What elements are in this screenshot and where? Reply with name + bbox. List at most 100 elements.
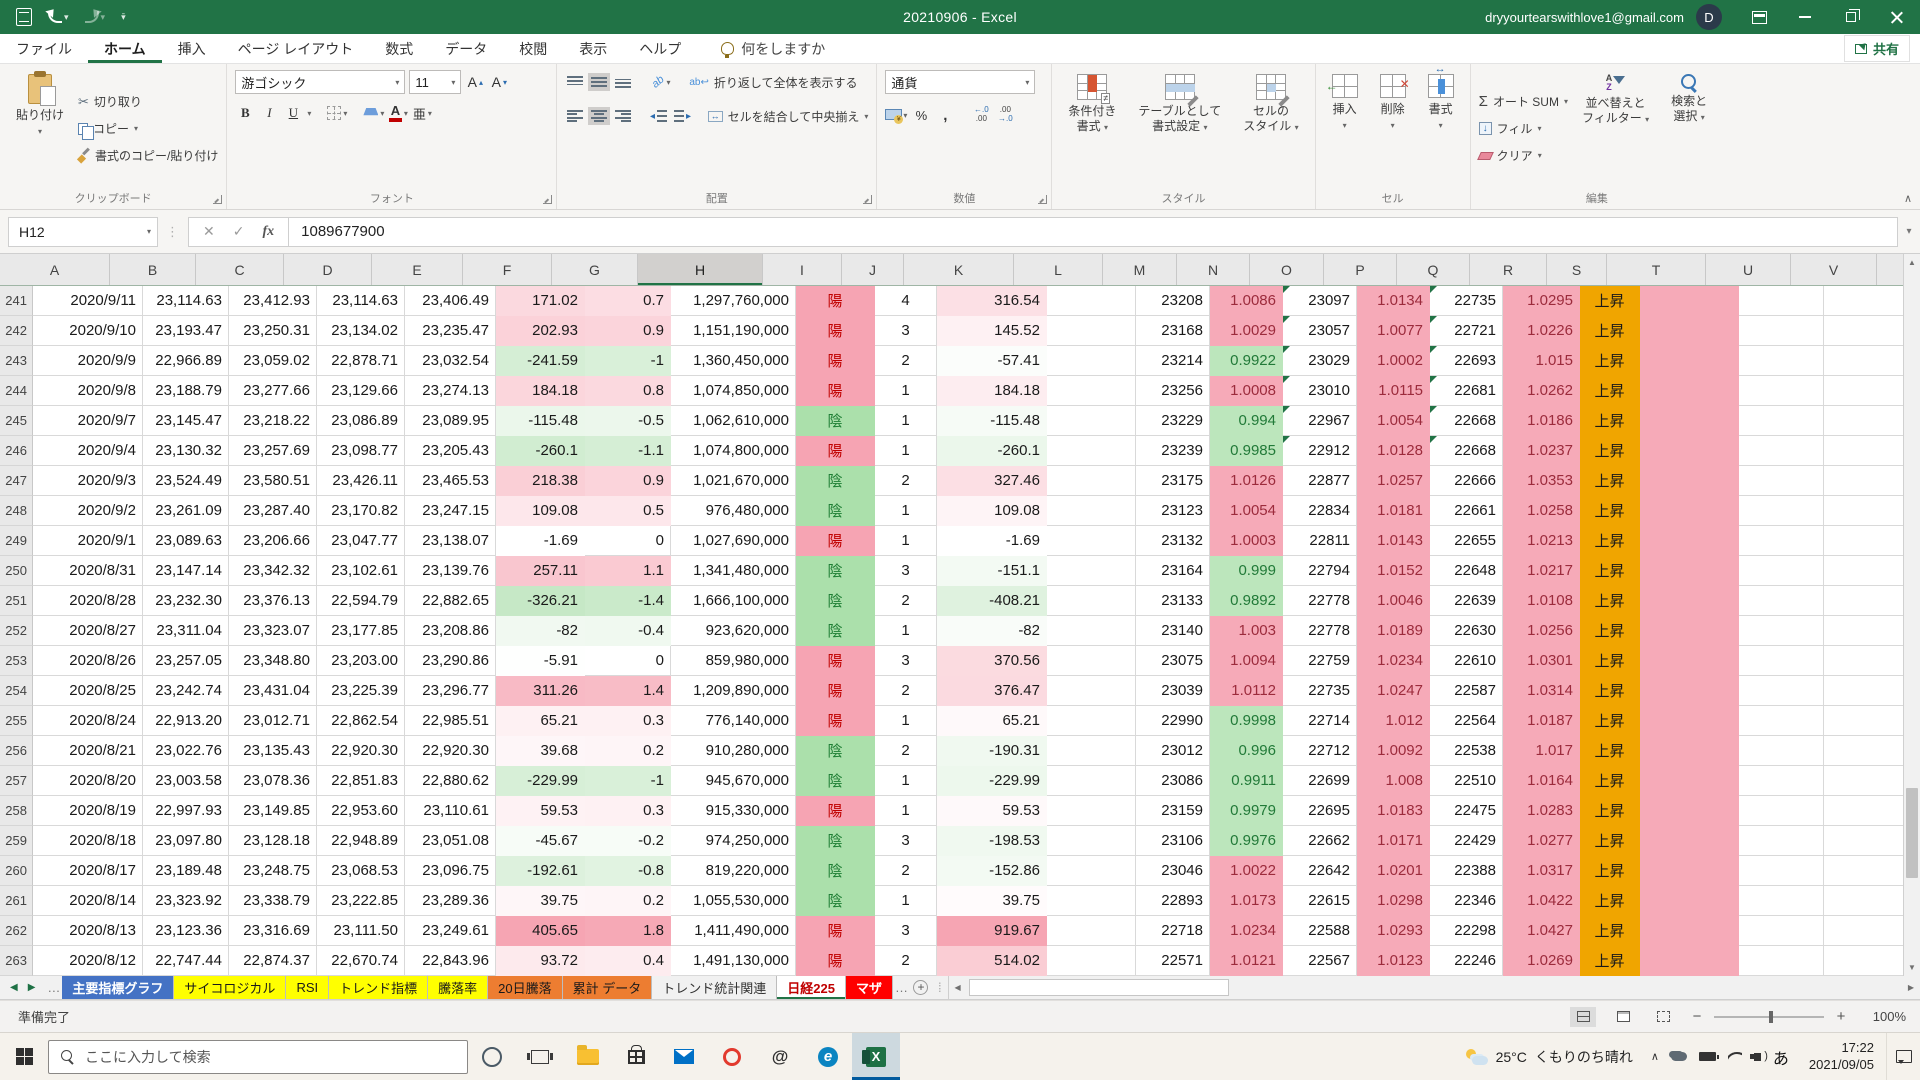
cell-r262[interactable]: 1.0427: [1503, 916, 1580, 946]
fill-button[interactable]: ↓フィル▾: [1479, 117, 1568, 141]
scroll-right-arrow[interactable]: ▶: [1902, 983, 1920, 992]
cell-d246[interactable]: 23,098.77: [317, 436, 405, 466]
cell-m262[interactable]: 22718: [1136, 916, 1210, 946]
cell-j260[interactable]: 2: [875, 856, 937, 886]
cell-d248[interactable]: 23,170.82: [317, 496, 405, 526]
cell-n248[interactable]: 1.0054: [1210, 496, 1283, 526]
cell-e254[interactable]: 23,296.77: [405, 676, 496, 706]
cell-r244[interactable]: 1.0262: [1503, 376, 1580, 406]
cell-v262[interactable]: [1824, 916, 1910, 946]
cell-a255[interactable]: 2020/8/24: [33, 706, 143, 736]
font-name-combo[interactable]: 游ゴシック▾: [235, 70, 405, 94]
cell-r249[interactable]: 1.0213: [1503, 526, 1580, 556]
cell-j249[interactable]: 1: [875, 526, 937, 556]
cell-h263[interactable]: 1,491,130,000: [671, 946, 796, 976]
volume-tray-icon[interactable]: [1754, 1053, 1761, 1061]
cell-p244[interactable]: 1.0115: [1357, 376, 1430, 406]
cell-n253[interactable]: 1.0094: [1210, 646, 1283, 676]
cell-k251[interactable]: -408.21: [937, 586, 1047, 616]
phonetic-guide-button[interactable]: 亜▾: [412, 102, 432, 124]
cell-a262[interactable]: 2020/8/13: [33, 916, 143, 946]
cell-s251[interactable]: 上昇: [1580, 586, 1640, 616]
cell-j252[interactable]: 1: [875, 616, 937, 646]
cell-o255[interactable]: 22714: [1283, 706, 1357, 736]
cell-p250[interactable]: 1.0152: [1357, 556, 1430, 586]
cell-p258[interactable]: 1.0183: [1357, 796, 1430, 826]
cell-j241[interactable]: 4: [875, 286, 937, 316]
cell-s249[interactable]: 上昇: [1580, 526, 1640, 556]
cell-r260[interactable]: 1.0317: [1503, 856, 1580, 886]
cell-o246[interactable]: 22912: [1283, 436, 1357, 466]
cell-f257[interactable]: -229.99: [496, 766, 585, 796]
cell-b245[interactable]: 23,145.47: [143, 406, 229, 436]
scroll-left-arrow[interactable]: ◀: [949, 983, 967, 992]
cell-p254[interactable]: 1.0247: [1357, 676, 1430, 706]
cell-o256[interactable]: 22712: [1283, 736, 1357, 766]
namebox-splitter[interactable]: ⋮: [166, 224, 180, 240]
cell-l261[interactable]: [1047, 886, 1136, 916]
cell-s263[interactable]: 上昇: [1580, 946, 1640, 976]
cell-k243[interactable]: -57.41: [937, 346, 1047, 376]
avatar[interactable]: D: [1696, 4, 1722, 30]
cell-l246[interactable]: [1047, 436, 1136, 466]
start-button[interactable]: [0, 1033, 48, 1080]
cell-l260[interactable]: [1047, 856, 1136, 886]
conditional-formatting-button[interactable]: 条件付き書式 ▾: [1060, 70, 1124, 187]
cell-t248[interactable]: [1640, 496, 1739, 526]
cell-n246[interactable]: 0.9985: [1210, 436, 1283, 466]
cell-n254[interactable]: 1.0112: [1210, 676, 1283, 706]
cell-e258[interactable]: 23,110.61: [405, 796, 496, 826]
cell-s254[interactable]: 上昇: [1580, 676, 1640, 706]
cell-m258[interactable]: 23159: [1136, 796, 1210, 826]
cell-e241[interactable]: 23,406.49: [405, 286, 496, 316]
cell-s245[interactable]: 上昇: [1580, 406, 1640, 436]
cell-l243[interactable]: [1047, 346, 1136, 376]
cell-o247[interactable]: 22877: [1283, 466, 1357, 496]
cell-c244[interactable]: 23,277.66: [229, 376, 317, 406]
cell-r250[interactable]: 1.0217: [1503, 556, 1580, 586]
cell-i245[interactable]: 陰: [796, 406, 875, 436]
cell-m244[interactable]: 23256: [1136, 376, 1210, 406]
cell-g254[interactable]: 1.4: [585, 676, 671, 706]
collapse-ribbon-button[interactable]: ∧: [1904, 192, 1912, 205]
cell-e251[interactable]: 22,882.65: [405, 586, 496, 616]
cell-q241[interactable]: 22735: [1430, 286, 1503, 316]
column-header-q[interactable]: Q: [1397, 254, 1470, 285]
cell-k245[interactable]: -115.48: [937, 406, 1047, 436]
close-button[interactable]: [1874, 0, 1920, 34]
column-header-p[interactable]: P: [1324, 254, 1397, 285]
copy-button[interactable]: コピー▾: [78, 117, 218, 141]
cell-m256[interactable]: 23012: [1136, 736, 1210, 766]
cell-r253[interactable]: 1.0301: [1503, 646, 1580, 676]
row-header-246[interactable]: 246: [0, 436, 33, 466]
cell-m253[interactable]: 23075: [1136, 646, 1210, 676]
cell-q254[interactable]: 22587: [1430, 676, 1503, 706]
cell-c252[interactable]: 23,323.07: [229, 616, 317, 646]
cell-f250[interactable]: 257.11: [496, 556, 585, 586]
cell-f249[interactable]: -1.69: [496, 526, 585, 556]
row-header-248[interactable]: 248: [0, 496, 33, 526]
cell-b260[interactable]: 23,189.48: [143, 856, 229, 886]
cell-e259[interactable]: 23,051.08: [405, 826, 496, 856]
cell-q256[interactable]: 22538: [1430, 736, 1503, 766]
cell-b243[interactable]: 22,966.89: [143, 346, 229, 376]
sheet-tab-7[interactable]: 累計 データ: [563, 976, 653, 999]
cell-i242[interactable]: 陽: [796, 316, 875, 346]
cell-d258[interactable]: 22,953.60: [317, 796, 405, 826]
cell-c243[interactable]: 23,059.02: [229, 346, 317, 376]
cell-m263[interactable]: 22571: [1136, 946, 1210, 976]
cell-b257[interactable]: 23,003.58: [143, 766, 229, 796]
cell-t261[interactable]: [1640, 886, 1739, 916]
cut-button[interactable]: ✂切り取り: [78, 90, 218, 114]
cell-e244[interactable]: 23,274.13: [405, 376, 496, 406]
cell-s258[interactable]: 上昇: [1580, 796, 1640, 826]
cell-f247[interactable]: 218.38: [496, 466, 585, 496]
cell-h241[interactable]: 1,297,760,000: [671, 286, 796, 316]
row-header-255[interactable]: 255: [0, 706, 33, 736]
row-header-261[interactable]: 261: [0, 886, 33, 916]
cell-g246[interactable]: -1.1: [585, 436, 671, 466]
cell-v263[interactable]: [1824, 946, 1910, 976]
cell-p259[interactable]: 1.0171: [1357, 826, 1430, 856]
cell-d250[interactable]: 23,102.61: [317, 556, 405, 586]
cell-t255[interactable]: [1640, 706, 1739, 736]
